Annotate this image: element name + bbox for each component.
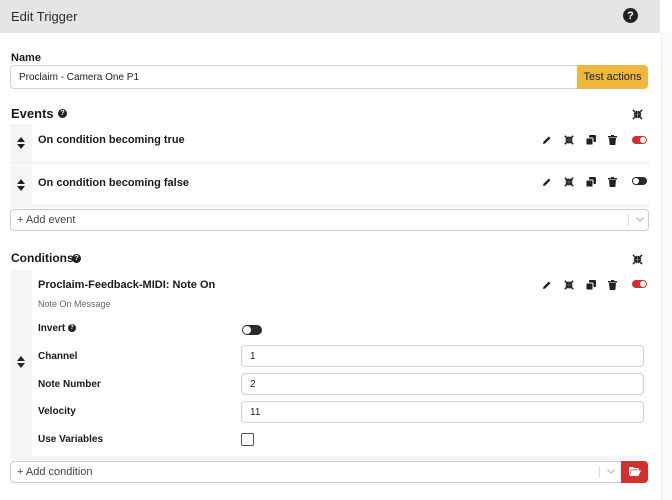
invert-toggle[interactable]	[242, 325, 262, 335]
select-separator	[628, 214, 629, 226]
modal-title: Edit Trigger	[11, 9, 78, 24]
sort-icon[interactable]	[15, 137, 27, 149]
event-title: On condition becoming true	[38, 134, 185, 146]
copy-icon[interactable]	[585, 176, 597, 188]
note-number-input[interactable]: 2	[241, 373, 644, 395]
add-condition-label: + Add condition	[17, 466, 93, 478]
test-actions-label: Test actions	[583, 71, 642, 83]
event-enabled-toggle[interactable]	[632, 177, 647, 185]
conditions-help-icon[interactable]: ?	[72, 254, 81, 263]
copy-icon[interactable]	[585, 134, 597, 146]
add-event-label: + Add event	[17, 214, 76, 226]
invert-help-glyph: ?	[70, 325, 74, 331]
help-glyph: ?	[627, 9, 634, 22]
velocity-label: Velocity	[38, 406, 76, 417]
name-input[interactable]: Proclaim - Camera One P1	[10, 65, 578, 89]
event-enabled-toggle[interactable]	[632, 136, 647, 144]
toggle-knob	[640, 137, 646, 143]
sort-icon[interactable]	[15, 179, 27, 191]
select-separator	[599, 466, 600, 478]
trash-icon[interactable]	[606, 134, 618, 146]
test-actions-button[interactable]: Test actions	[577, 65, 648, 89]
add-condition-select[interactable]: + Add condition	[10, 461, 622, 483]
compress-icon[interactable]	[563, 279, 575, 291]
events-help-icon[interactable]: ?	[58, 109, 67, 118]
velocity-value: 11	[250, 406, 261, 418]
toggle-knob	[633, 178, 639, 184]
note-number-value: 2	[250, 378, 256, 390]
pencil-icon[interactable]	[541, 134, 553, 146]
compress-icon[interactable]	[563, 134, 575, 146]
events-heading: Events	[11, 106, 54, 121]
chevron-down-icon[interactable]	[635, 214, 645, 227]
trash-icon[interactable]	[606, 279, 618, 291]
trash-icon[interactable]	[606, 176, 618, 188]
toggle-knob	[640, 281, 646, 287]
velocity-input[interactable]: 11	[241, 401, 644, 423]
invert-help-icon[interactable]: ?	[68, 324, 76, 332]
pencil-icon[interactable]	[541, 176, 553, 188]
folder-open-icon	[628, 463, 641, 481]
events-collapse-all-icon[interactable]	[631, 108, 643, 120]
load-condition-button[interactable]	[621, 461, 648, 483]
copy-icon[interactable]	[585, 279, 597, 291]
pencil-icon[interactable]	[541, 279, 553, 291]
events-help-glyph: ?	[60, 110, 65, 117]
help-icon[interactable]: ?	[623, 8, 638, 23]
chevron-down-icon[interactable]	[606, 466, 616, 479]
condition-subtitle: Note On Message	[38, 299, 111, 309]
toggle-knob	[243, 326, 251, 334]
sort-icon[interactable]	[15, 356, 27, 368]
name-input-value: Proclaim - Camera One P1	[19, 71, 140, 83]
conditions-help-glyph: ?	[74, 255, 79, 262]
condition-title: Proclaim-Feedback-MIDI: Note On	[38, 279, 216, 291]
note-number-label: Note Number	[38, 379, 101, 390]
scrollbar[interactable]	[661, 33, 672, 500]
modal-header: Edit Trigger ?	[0, 0, 660, 33]
add-event-select[interactable]: + Add event	[10, 209, 649, 231]
conditions-collapse-all-icon[interactable]	[631, 253, 643, 265]
use-variables-label: Use Variables	[38, 434, 104, 445]
name-label: Name	[11, 52, 41, 64]
event-title: On condition becoming false	[38, 177, 189, 189]
compress-icon[interactable]	[563, 176, 575, 188]
conditions-heading: Conditions	[11, 251, 74, 265]
invert-label: Invert	[38, 323, 66, 334]
use-variables-checkbox[interactable]	[241, 433, 254, 446]
channel-value: 1	[250, 350, 256, 362]
channel-label: Channel	[38, 351, 78, 362]
condition-enabled-toggle[interactable]	[632, 280, 647, 288]
channel-input[interactable]: 1	[241, 345, 644, 367]
